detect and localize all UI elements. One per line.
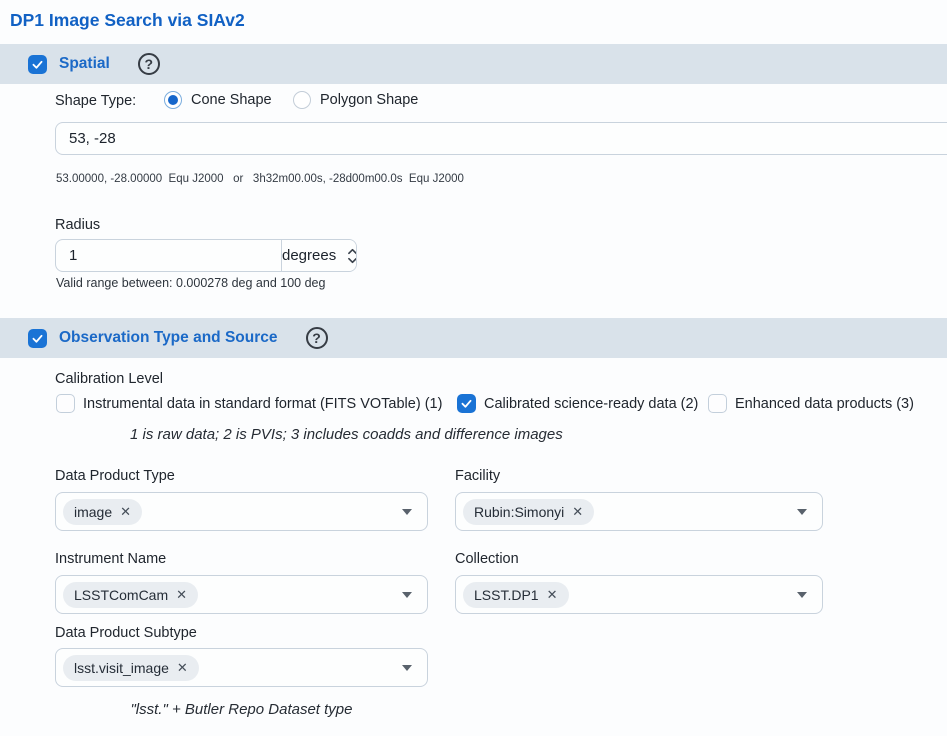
radio-option-cone-shape: Cone Shape xyxy=(164,91,272,109)
radius-input[interactable] xyxy=(56,240,281,271)
selected-chip: lsst.visit_image ✕ xyxy=(63,655,199,681)
collection-label: Collection xyxy=(455,551,519,567)
instrument-name-label: Instrument Name xyxy=(55,551,166,567)
check-icon xyxy=(460,397,473,410)
observation-section-checkbox[interactable] xyxy=(28,329,47,348)
checkbox-item-calibrated: Calibrated science-ready data (2) xyxy=(457,394,698,413)
data-product-subtype-label: Data Product Subtype xyxy=(55,625,197,641)
radio-option-polygon-shape: Polygon Shape xyxy=(293,91,418,109)
calibration-note: 1 is raw data; 2 is PVIs; 3 includes coa… xyxy=(130,426,563,443)
chip-label: Rubin:Simonyi xyxy=(474,504,564,520)
calibration-level-label: Calibration Level xyxy=(55,371,163,387)
check-icon xyxy=(31,58,44,71)
selected-chip: image ✕ xyxy=(63,499,142,525)
dropdown-arrow-icon xyxy=(402,509,412,515)
checkbox-label: Calibrated science-ready data (2) xyxy=(484,396,698,412)
radius-range-hint: Valid range between: 0.000278 deg and 10… xyxy=(56,276,325,290)
chip-label: LSSTComCam xyxy=(74,587,168,603)
checkbox-item-instrumental: Instrumental data in standard format (FI… xyxy=(56,394,442,413)
spatial-section-checkbox[interactable] xyxy=(28,55,47,74)
dropdown-arrow-icon xyxy=(402,592,412,598)
subtype-note: "lsst." + Butler Repo Dataset type xyxy=(55,701,428,718)
chip-label: lsst.visit_image xyxy=(74,660,169,676)
calibrated-data-checkbox[interactable] xyxy=(457,394,476,413)
dropdown-arrow-icon xyxy=(797,509,807,515)
shape-type-label: Shape Type: xyxy=(55,93,136,109)
data-product-type-combobox[interactable]: image ✕ xyxy=(55,492,428,531)
checkbox-label: Instrumental data in standard format (FI… xyxy=(83,396,442,412)
facility-label: Facility xyxy=(455,468,500,484)
instrument-name-combobox[interactable]: LSSTComCam ✕ xyxy=(55,575,428,614)
position-hint: 53.00000, -28.00000 Equ J2000 or 3h32m00… xyxy=(56,173,464,185)
check-icon xyxy=(31,332,44,345)
section-title-spatial: Spatial xyxy=(59,55,110,73)
instrumental-data-checkbox[interactable] xyxy=(56,394,75,413)
selected-chip: LSSTComCam ✕ xyxy=(63,582,198,608)
section-header-observation: Observation Type and Source ? xyxy=(0,318,947,358)
selected-chip: Rubin:Simonyi ✕ xyxy=(463,499,594,525)
chip-remove-icon[interactable]: ✕ xyxy=(547,588,558,601)
dropdown-arrow-icon xyxy=(402,665,412,671)
radius-unit-value: degrees xyxy=(282,247,336,264)
chip-label: LSST.DP1 xyxy=(474,587,539,603)
help-icon[interactable]: ? xyxy=(138,53,160,75)
radius-input-group: degrees xyxy=(55,239,357,272)
spinner-arrows-icon xyxy=(347,247,357,265)
radius-label: Radius xyxy=(55,217,100,233)
chip-remove-icon[interactable]: ✕ xyxy=(572,505,583,518)
cone-shape-radio[interactable] xyxy=(164,91,182,109)
checkbox-item-enhanced: Enhanced data products (3) xyxy=(708,394,914,413)
data-product-subtype-combobox[interactable]: lsst.visit_image ✕ xyxy=(55,648,428,687)
dropdown-arrow-icon xyxy=(797,592,807,598)
radius-unit-select[interactable]: degrees xyxy=(281,240,357,271)
data-product-type-label: Data Product Type xyxy=(55,468,175,484)
chip-remove-icon[interactable]: ✕ xyxy=(176,588,187,601)
page-title: DP1 Image Search via SIAv2 xyxy=(10,10,245,31)
facility-combobox[interactable]: Rubin:Simonyi ✕ xyxy=(455,492,823,531)
chip-remove-icon[interactable]: ✕ xyxy=(120,505,131,518)
enhanced-products-checkbox[interactable] xyxy=(708,394,727,413)
position-input[interactable] xyxy=(55,122,947,155)
help-icon[interactable]: ? xyxy=(306,327,328,349)
section-title-observation: Observation Type and Source xyxy=(59,329,278,347)
selected-chip: LSST.DP1 ✕ xyxy=(463,582,569,608)
chip-remove-icon[interactable]: ✕ xyxy=(177,661,188,674)
section-header-spatial: Spatial ? xyxy=(0,44,947,84)
checkbox-label: Enhanced data products (3) xyxy=(735,396,914,412)
chip-label: image xyxy=(74,504,112,520)
radio-label: Cone Shape xyxy=(191,92,272,108)
collection-combobox[interactable]: LSST.DP1 ✕ xyxy=(455,575,823,614)
sia-search-form: DP1 Image Search via SIAv2 Spatial ? Sha… xyxy=(0,0,947,736)
polygon-shape-radio[interactable] xyxy=(293,91,311,109)
radio-label: Polygon Shape xyxy=(320,92,418,108)
